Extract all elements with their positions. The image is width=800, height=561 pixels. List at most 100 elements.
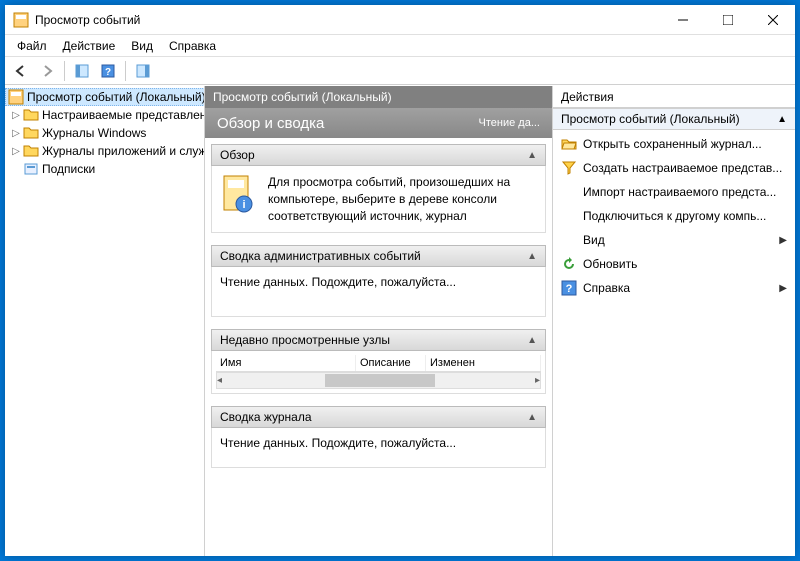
col-name[interactable]: Имя bbox=[216, 355, 356, 371]
subscriptions-icon bbox=[23, 161, 39, 177]
expand-icon[interactable]: ▷ bbox=[9, 128, 23, 139]
event-viewer-window: Просмотр событий Файл Действие Вид Справ… bbox=[5, 5, 795, 556]
toolbar-separator bbox=[125, 61, 126, 81]
help-icon: ? bbox=[561, 280, 577, 296]
menu-file[interactable]: Файл bbox=[9, 37, 55, 55]
list-header: Имя Описание Изменен bbox=[216, 355, 541, 372]
horizontal-scrollbar[interactable]: ◂▸ bbox=[216, 372, 541, 389]
tree-custom-views[interactable]: ▷ Настраиваемые представления bbox=[5, 106, 205, 124]
tree-windows-logs[interactable]: ▷ Журналы Windows bbox=[5, 124, 205, 142]
collapse-icon[interactable]: ▲ bbox=[527, 150, 537, 161]
center-body[interactable]: Обзор ▲ i Для просмотра событий, произош… bbox=[205, 138, 552, 556]
reading-status: Чтение да... bbox=[479, 117, 540, 129]
loading-text: Чтение данных. Подождите, пожалуйста... bbox=[220, 436, 456, 450]
panel-header[interactable]: Недавно просмотренные узлы ▲ bbox=[211, 329, 546, 351]
center-subheader: Обзор и сводка Чтение да... bbox=[205, 108, 552, 138]
maximize-button[interactable] bbox=[705, 5, 750, 34]
panel-log-summary: Сводка журнала ▲ Чтение данных. Подождит… bbox=[211, 406, 546, 468]
panel-body: i Для просмотра событий, произошедших на… bbox=[211, 166, 546, 233]
action-refresh[interactable]: Обновить bbox=[553, 252, 795, 276]
app-icon bbox=[13, 12, 29, 28]
collapse-icon[interactable]: ▲ bbox=[527, 335, 537, 346]
center-subtitle: Обзор и сводка bbox=[217, 115, 324, 132]
tree-app-logs[interactable]: ▷ Журналы приложений и служб bbox=[5, 142, 205, 160]
center-pane: Просмотр событий (Локальный) Обзор и сво… bbox=[205, 86, 553, 556]
action-view[interactable]: Вид ▶ bbox=[553, 228, 795, 252]
tree-pane[interactable]: Просмотр событий (Локальный) ▷ Настраива… bbox=[5, 86, 205, 556]
filter-icon bbox=[561, 160, 577, 176]
open-log-icon bbox=[561, 136, 577, 152]
menubar: Файл Действие Вид Справка bbox=[5, 35, 795, 57]
actions-title: Действия bbox=[561, 90, 614, 104]
actions-group-header[interactable]: Просмотр событий (Локальный) ▲ bbox=[553, 108, 795, 130]
center-header: Просмотр событий (Локальный) bbox=[205, 86, 552, 108]
action-label: Создать настраиваемое представ... bbox=[583, 161, 787, 175]
panel-title: Обзор bbox=[220, 148, 255, 162]
menu-help[interactable]: Справка bbox=[161, 37, 224, 55]
action-label: Открыть сохраненный журнал... bbox=[583, 137, 787, 151]
action-connect-computer[interactable]: Подключиться к другому компь... bbox=[553, 204, 795, 228]
action-import-custom-view[interactable]: Импорт настраиваемого предста... bbox=[553, 180, 795, 204]
col-mod[interactable]: Изменен bbox=[426, 355, 541, 371]
panel-recent-nodes: Недавно просмотренные узлы ▲ Имя Описани… bbox=[211, 329, 546, 394]
svg-text:?: ? bbox=[566, 283, 573, 295]
submenu-arrow-icon: ▶ bbox=[779, 235, 787, 246]
panel-title: Сводка административных событий bbox=[220, 249, 421, 263]
panel-body: Имя Описание Изменен ◂▸ bbox=[211, 351, 546, 394]
menu-view[interactable]: Вид bbox=[123, 37, 161, 55]
titlebar[interactable]: Просмотр событий bbox=[5, 5, 795, 35]
actions-pane: Действия Просмотр событий (Локальный) ▲ … bbox=[553, 86, 795, 556]
collapse-icon[interactable]: ▲ bbox=[527, 251, 537, 262]
refresh-icon bbox=[561, 256, 577, 272]
minimize-button[interactable] bbox=[660, 5, 705, 34]
panel-header[interactable]: Сводка журнала ▲ bbox=[211, 406, 546, 428]
action-help[interactable]: ? Справка ▶ bbox=[553, 276, 795, 300]
panel-header[interactable]: Сводка административных событий ▲ bbox=[211, 245, 546, 267]
folder-icon bbox=[23, 107, 39, 123]
window-title: Просмотр событий bbox=[35, 13, 660, 27]
tree-label: Настраиваемые представления bbox=[42, 108, 205, 122]
tree-label: Подписки bbox=[42, 162, 95, 176]
actions-header: Действия bbox=[553, 86, 795, 108]
svg-text:i: i bbox=[242, 199, 245, 211]
col-desc[interactable]: Описание bbox=[356, 355, 426, 371]
action-label: Справка bbox=[583, 281, 773, 295]
actions-list: Открыть сохраненный журнал... Создать на… bbox=[553, 130, 795, 302]
panel-title: Сводка журнала bbox=[220, 410, 312, 424]
back-button[interactable] bbox=[9, 59, 33, 83]
collapse-icon[interactable]: ▲ bbox=[777, 114, 787, 125]
tree-label: Просмотр событий (Локальный) bbox=[27, 90, 205, 104]
overview-text: Для просмотра событий, произошедших на к… bbox=[268, 174, 537, 224]
action-open-saved-log[interactable]: Открыть сохраненный журнал... bbox=[553, 132, 795, 156]
actions-group-title: Просмотр событий (Локальный) bbox=[561, 112, 740, 126]
svg-text:?: ? bbox=[105, 67, 111, 78]
action-create-custom-view[interactable]: Создать настраиваемое представ... bbox=[553, 156, 795, 180]
close-button[interactable] bbox=[750, 5, 795, 34]
center-title: Просмотр событий (Локальный) bbox=[213, 90, 392, 104]
blank-icon bbox=[561, 208, 577, 224]
overview-icon: i bbox=[220, 174, 260, 224]
action-label: Вид bbox=[583, 233, 773, 247]
show-hide-tree-button[interactable] bbox=[70, 59, 94, 83]
collapse-icon[interactable]: ▲ bbox=[527, 412, 537, 423]
panel-overview: Обзор ▲ i Для просмотра событий, произош… bbox=[211, 144, 546, 233]
loading-text: Чтение данных. Подождите, пожалуйста... bbox=[220, 275, 456, 289]
panel-admin-summary: Сводка административных событий ▲ Чтение… bbox=[211, 245, 546, 317]
help-button[interactable]: ? bbox=[96, 59, 120, 83]
menu-action[interactable]: Действие bbox=[55, 37, 124, 55]
toolbar-separator bbox=[64, 61, 65, 81]
panel-header[interactable]: Обзор ▲ bbox=[211, 144, 546, 166]
action-label: Импорт настраиваемого предста... bbox=[583, 185, 787, 199]
tree-root[interactable]: Просмотр событий (Локальный) bbox=[5, 88, 205, 106]
show-hide-action-button[interactable] bbox=[131, 59, 155, 83]
tree-subscriptions[interactable]: Подписки bbox=[5, 160, 205, 178]
panel-title: Недавно просмотренные узлы bbox=[220, 333, 390, 347]
tree-label: Журналы приложений и служб bbox=[42, 144, 205, 158]
folder-icon bbox=[23, 143, 39, 159]
forward-button[interactable] bbox=[35, 59, 59, 83]
expand-icon[interactable]: ▷ bbox=[9, 110, 23, 121]
submenu-arrow-icon: ▶ bbox=[779, 283, 787, 294]
action-label: Подключиться к другому компь... bbox=[583, 209, 787, 223]
expand-icon[interactable]: ▷ bbox=[9, 146, 23, 157]
toolbar: ? bbox=[5, 57, 795, 85]
